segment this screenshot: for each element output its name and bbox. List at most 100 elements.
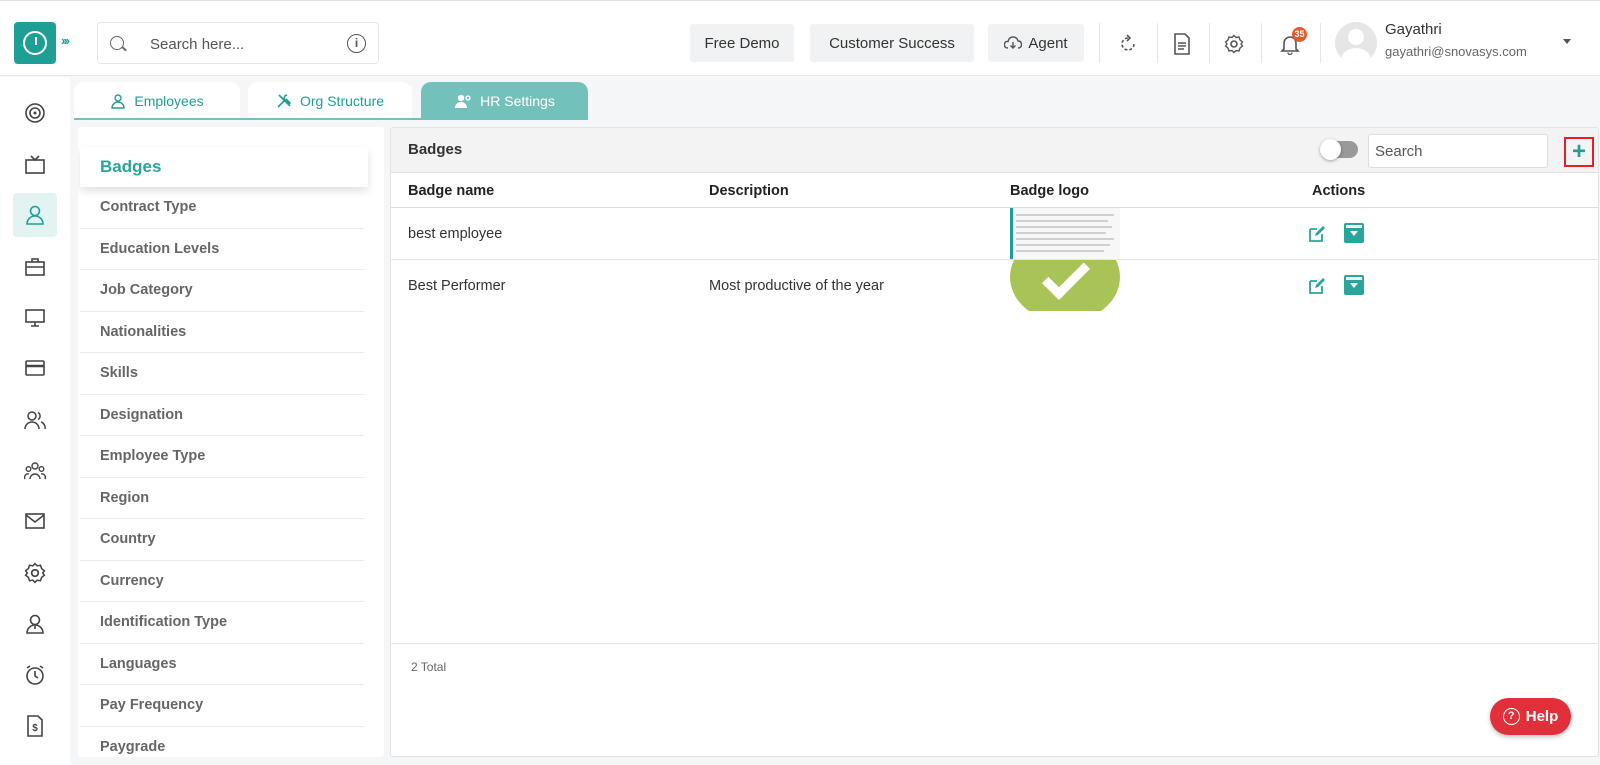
panel-title: Badges <box>408 141 463 158</box>
info-icon[interactable]: i <box>347 34 366 53</box>
free-demo-button[interactable]: Free Demo <box>690 24 794 62</box>
badges-panel: Badges + Badge name Description Badge lo… <box>390 127 1599 757</box>
tab-label: HR Settings <box>480 92 555 109</box>
mail-icon <box>25 513 45 529</box>
menu-item-badges[interactable]: Badges <box>80 147 368 187</box>
divider <box>1099 23 1100 63</box>
notification-count-badge: 35 <box>1292 27 1307 42</box>
total-count: 2 Total <box>411 660 447 674</box>
menu-item-nationalities[interactable]: Nationalities <box>80 312 364 353</box>
user-icon <box>111 93 126 109</box>
gear-icon <box>24 562 46 584</box>
sidebar-item-employees[interactable] <box>13 193 57 237</box>
column-header-description: Description <box>709 183 789 199</box>
user-name: Gayathri <box>1385 21 1442 38</box>
gear-icon[interactable] <box>1219 29 1249 59</box>
tools-icon <box>277 93 292 108</box>
search-icon <box>110 36 124 50</box>
menu-item-region[interactable]: Region <box>80 478 364 519</box>
expand-sidebar-icon[interactable]: ››› <box>61 33 70 48</box>
add-badge-button[interactable]: + <box>1564 137 1594 167</box>
alarm-clock-icon <box>26 665 44 685</box>
badge-logo-image <box>1010 260 1120 311</box>
sidebar-item-activity[interactable] <box>13 296 57 340</box>
archived-toggle[interactable] <box>1320 139 1358 160</box>
global-search-input[interactable] <box>150 33 330 55</box>
badge-description-cell: Most productive of the year <box>709 278 884 294</box>
avatar[interactable] <box>1335 22 1377 64</box>
menu-item-contract-type[interactable]: Contract Type <box>80 187 364 229</box>
badge-search-input[interactable] <box>1368 134 1548 168</box>
menu-item-education-levels[interactable]: Education Levels <box>80 229 364 270</box>
briefcase-icon <box>25 258 45 276</box>
question-icon: ? <box>1502 708 1520 725</box>
user-badge-icon <box>26 614 44 634</box>
menu-item-skills[interactable]: Skills <box>80 353 364 395</box>
cloud-download-icon <box>1004 36 1023 49</box>
badge-logo-image <box>1010 208 1120 259</box>
sidebar-item-settings[interactable] <box>13 551 57 595</box>
document-icon[interactable] <box>1167 29 1197 59</box>
customer-success-button[interactable]: Customer Success <box>810 24 974 62</box>
edit-icon[interactable] <box>1307 276 1327 296</box>
column-header-actions: Actions <box>1312 183 1366 199</box>
tab-hr-settings[interactable]: HR Settings <box>421 82 588 119</box>
sidebar-item-assets[interactable] <box>13 245 57 289</box>
menu-item-pay-frequency[interactable]: Pay Frequency <box>80 685 364 727</box>
edit-icon[interactable] <box>1307 224 1327 244</box>
table-row: best employee <box>391 208 1598 260</box>
clock-logo-icon <box>23 31 47 55</box>
svg-text:$: $ <box>32 723 38 734</box>
divider <box>1320 23 1321 63</box>
sidebar-item-teams[interactable] <box>13 449 57 493</box>
user-email: gayathri@snovasys.com <box>1385 44 1527 59</box>
sidebar-item-dashboard[interactable] <box>13 91 57 135</box>
panel-header: Badges + <box>391 128 1598 173</box>
agent-button[interactable]: Agent <box>988 24 1084 62</box>
credit-card-icon <box>25 360 45 376</box>
sidebar-item-billing[interactable] <box>13 346 57 390</box>
menu-item-designation[interactable]: Designation <box>80 395 364 436</box>
menu-item-country[interactable]: Country <box>80 519 364 561</box>
tab-label: Employees <box>134 92 204 109</box>
user-icon <box>26 205 44 225</box>
tab-label: Org Structure <box>299 92 385 109</box>
divider <box>1209 23 1210 63</box>
agent-button-label: Agent <box>1028 34 1068 52</box>
menu-item-currency[interactable]: Currency <box>80 561 364 602</box>
sidebar-item-timer[interactable] <box>13 653 57 697</box>
team-icon <box>24 462 46 480</box>
archive-icon[interactable] <box>1344 223 1364 243</box>
top-bar: ››› i Free Demo Customer Success Agent 3… <box>0 0 1600 76</box>
tab-org-structure[interactable]: Org Structure <box>248 82 412 119</box>
sidebar-item-users[interactable] <box>13 398 57 442</box>
refresh-icon[interactable] <box>1113 29 1143 59</box>
target-icon <box>25 103 45 123</box>
help-label: Help <box>1525 708 1559 725</box>
menu-item-languages[interactable]: Languages <box>80 644 364 685</box>
menu-item-paygrade[interactable]: Paygrade <box>80 727 364 758</box>
badge-name-cell: Best Performer <box>408 278 506 294</box>
menu-item-employee-type[interactable]: Employee Type <box>80 436 364 478</box>
chevron-down-icon[interactable] <box>1563 39 1571 44</box>
menu-item-identification-type[interactable]: Identification Type <box>80 602 364 644</box>
user-settings-icon <box>455 94 471 108</box>
sidebar-item-payroll[interactable]: $ <box>13 704 57 748</box>
invoice-icon: $ <box>27 715 43 737</box>
help-button[interactable]: ? Help <box>1490 698 1571 735</box>
tab-underline <box>74 118 588 120</box>
monitor-icon <box>25 309 45 327</box>
divider <box>1157 23 1158 63</box>
sidebar-item-mail[interactable] <box>13 499 57 543</box>
badge-name-cell: best employee <box>408 226 503 242</box>
table-row: Best Performer Most productive of the ye… <box>391 260 1598 312</box>
tv-icon <box>25 155 45 174</box>
archive-icon[interactable] <box>1344 275 1364 295</box>
hr-settings-menu: Badges Contract Type Education Levels Jo… <box>78 127 384 757</box>
sidebar-item-live[interactable] <box>13 143 57 187</box>
app-logo[interactable] <box>14 22 56 64</box>
menu-item-job-category[interactable]: Job Category <box>80 270 364 312</box>
sidebar-item-profile[interactable] <box>13 602 57 646</box>
column-header-badge-name: Badge name <box>408 183 495 199</box>
tab-employees[interactable]: Employees <box>74 82 240 119</box>
